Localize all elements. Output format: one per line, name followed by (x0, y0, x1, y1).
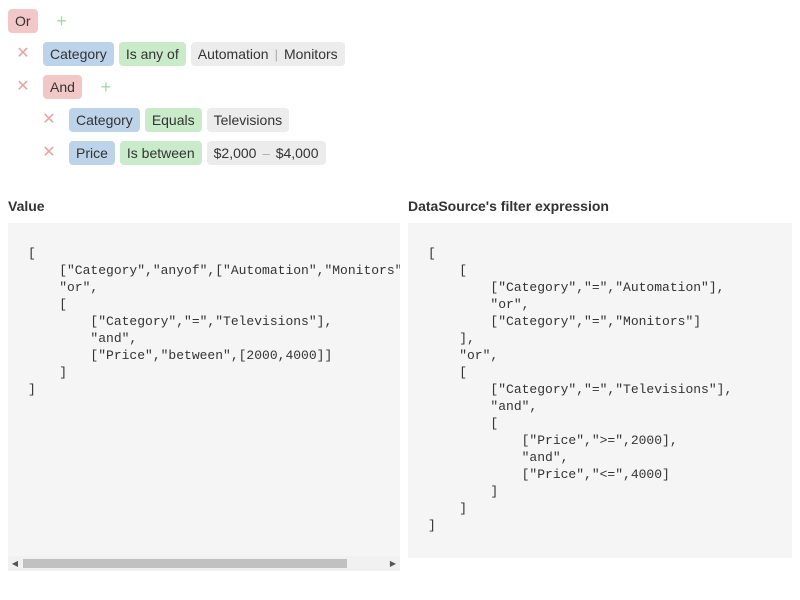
condition-operation[interactable]: Is between (119, 141, 202, 165)
value-panel-title: Value (8, 198, 45, 214)
scrollbar-thumb[interactable] (23, 559, 347, 568)
expression-code-panel: [ [ ["Category","=","Automation"], "or",… (408, 223, 792, 558)
value-separator: | (274, 46, 278, 62)
value-code-panel[interactable]: [ ["Category","anyof",["Automation","Mon… (8, 223, 400, 556)
range-from-value: $2,000 (213, 145, 257, 161)
horizontal-scrollbar[interactable]: ◀ ▶ (8, 556, 400, 571)
expression-code: [ [ ["Category","=","Automation"], "or",… (428, 246, 733, 533)
close-icon[interactable]: ✕ (40, 144, 58, 162)
nested-condition-row: ✕ Price Is between $2,000 – $4,000 (40, 141, 331, 165)
value-code: [ ["Category","anyof",["Automation","Mon… (28, 246, 400, 397)
condition-value-item: Monitors (283, 46, 338, 62)
range-separator: – (262, 145, 270, 161)
triangle-left-icon[interactable]: ◀ (8, 556, 22, 571)
condition-operation[interactable]: Equals (144, 108, 202, 132)
triangle-right-icon[interactable]: ▶ (386, 556, 400, 571)
plus-icon[interactable]: + (53, 12, 71, 30)
nested-group-operator[interactable]: And (43, 75, 82, 99)
expression-panel-title: DataSource's filter expression (408, 198, 609, 214)
condition-value[interactable]: Automation | Monitors (190, 42, 345, 66)
condition-value[interactable]: Televisions (206, 108, 290, 132)
condition-field[interactable]: Category (69, 108, 140, 132)
filter-builder-demo: Or + ✕ Category Is any of Automation | M… (0, 0, 800, 600)
condition-row: ✕ Category Is any of Automation | Monito… (14, 42, 350, 66)
range-to-value: $4,000 (275, 145, 319, 161)
close-icon[interactable]: ✕ (14, 78, 32, 96)
root-group-row: Or + (8, 9, 71, 33)
close-icon[interactable]: ✕ (14, 45, 32, 63)
condition-field[interactable]: Price (69, 141, 115, 165)
nested-condition-row: ✕ Category Equals Televisions (40, 108, 294, 132)
condition-operation[interactable]: Is any of (118, 42, 186, 66)
condition-value-item: Automation (197, 46, 269, 62)
close-icon[interactable]: ✕ (40, 111, 58, 129)
root-group-operator[interactable]: Or (8, 9, 38, 33)
nested-group-row: ✕ And + (14, 75, 115, 99)
condition-value-range[interactable]: $2,000 – $4,000 (206, 141, 326, 165)
plus-icon[interactable]: + (97, 78, 115, 96)
condition-field[interactable]: Category (43, 42, 114, 66)
